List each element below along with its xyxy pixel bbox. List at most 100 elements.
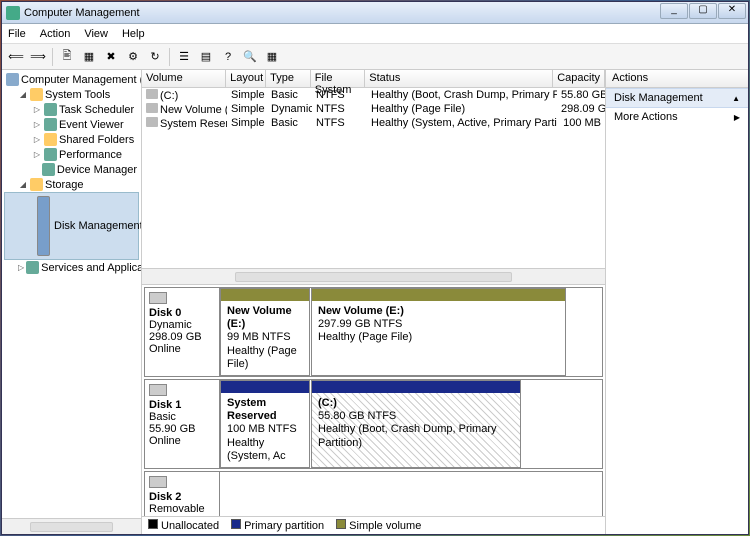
detail-view-button[interactable]: ▤ [196, 47, 216, 67]
search-button[interactable]: 🔍 [240, 47, 260, 67]
titlebar[interactable]: Computer Management _ ▢ ✕ [2, 2, 748, 24]
tree-device-manager[interactable]: Device Manager [4, 162, 139, 177]
tree-services-apps[interactable]: ▷ Services and Applications [4, 260, 139, 275]
menu-help[interactable]: Help [122, 28, 145, 40]
collapse-icon[interactable]: ◢ [18, 180, 28, 190]
legend-swatch [231, 519, 241, 529]
volume-scrollbar[interactable] [142, 268, 605, 284]
disk-row[interactable]: Disk 2Removable (F:)No Media [144, 471, 603, 516]
drive-icon [146, 103, 158, 113]
tree-storage[interactable]: ◢ Storage [4, 177, 139, 192]
tree-root-label: Computer Management (Local) [21, 74, 142, 86]
app-title: Computer Management [24, 7, 744, 19]
tree-label: Storage [45, 179, 84, 191]
tree-label: Services and Applications [41, 262, 142, 274]
partition[interactable]: New Volume (E:)297.99 GB NTFSHealthy (Pa… [311, 288, 566, 376]
list-view-button[interactable]: ☰ [174, 47, 194, 67]
forward-button[interactable]: ⟹ [28, 47, 48, 67]
disk-icon [149, 476, 167, 488]
disk-row[interactable]: Disk 0Dynamic298.09 GBOnlineNew Volume (… [144, 287, 603, 377]
tree-label: Disk Management [54, 220, 142, 232]
clock-icon [44, 103, 57, 116]
close-button[interactable]: ✕ [718, 3, 746, 19]
disk-header[interactable]: Disk 0Dynamic298.09 GBOnline [145, 288, 220, 376]
tree-label: System Tools [45, 89, 110, 101]
maximize-button[interactable]: ▢ [689, 3, 717, 19]
folder-icon [30, 88, 43, 101]
device-icon [42, 163, 55, 176]
actions-pane: Actions Disk Management ▲ More Actions ▶ [605, 70, 748, 534]
expand-icon[interactable]: ▷ [32, 135, 42, 145]
disk-header[interactable]: Disk 2Removable (F:)No Media [145, 472, 220, 516]
col-volume[interactable]: Volume [142, 70, 226, 87]
menu-view[interactable]: View [84, 28, 108, 40]
extra-button[interactable]: ▦ [262, 47, 282, 67]
chevron-up-icon: ▲ [732, 94, 740, 103]
volume-rows[interactable]: (C:)SimpleBasicNTFSHealthy (Boot, Crash … [142, 88, 605, 268]
volume-row[interactable]: (C:)SimpleBasicNTFSHealthy (Boot, Crash … [142, 88, 605, 102]
disk-graphical-view[interactable]: Disk 0Dynamic298.09 GBOnlineNew Volume (… [142, 285, 605, 516]
tree-performance[interactable]: ▷Performance [4, 147, 139, 162]
folder-icon [44, 133, 57, 146]
tree-disk-management[interactable]: Disk Management [4, 192, 139, 260]
tree-system-tools[interactable]: ◢ System Tools [4, 87, 139, 102]
volume-row[interactable]: System ReservedSimpleBasicNTFSHealthy (S… [142, 116, 605, 130]
partition[interactable]: (C:)55.80 GB NTFSHealthy (Boot, Crash Du… [311, 380, 521, 468]
partition[interactable]: System Reserved100 MB NTFSHealthy (Syste… [220, 380, 310, 468]
delete-button[interactable]: ✖ [101, 47, 121, 67]
settings-button[interactable]: ⚙ [123, 47, 143, 67]
computer-icon [6, 73, 19, 86]
tree-event-viewer[interactable]: ▷Event Viewer [4, 117, 139, 132]
legend: Unallocated Primary partition Simple volum… [142, 516, 605, 534]
volume-list: Volume Layout Type File System Status Ca… [142, 70, 605, 285]
back-button[interactable]: ⟸ [6, 47, 26, 67]
actions-label: Disk Management [614, 92, 703, 104]
menu-action[interactable]: Action [40, 28, 71, 40]
performance-icon [44, 148, 57, 161]
expand-icon[interactable]: ▷ [32, 105, 42, 115]
tree-shared-folders[interactable]: ▷Shared Folders [4, 132, 139, 147]
collapse-icon[interactable]: ◢ [18, 90, 28, 100]
partition[interactable]: New Volume (E:)99 MB NTFSHealthy (Page F… [220, 288, 310, 376]
disk-row[interactable]: Disk 1Basic55.90 GBOnlineSystem Reserved… [144, 379, 603, 469]
actions-header: Actions [606, 70, 748, 88]
col-fs[interactable]: File System [311, 70, 365, 87]
col-layout[interactable]: Layout [226, 70, 266, 87]
help-button[interactable]: ? [218, 47, 238, 67]
menubar: File Action View Help [2, 24, 748, 44]
properties-button[interactable]: ▦ [79, 47, 99, 67]
app-icon [6, 6, 20, 20]
col-capacity[interactable]: Capacity [553, 70, 605, 87]
volume-header: Volume Layout Type File System Status Ca… [142, 70, 605, 88]
volume-row[interactable]: New Volume (E:)SimpleDynamicNTFSHealthy … [142, 102, 605, 116]
actions-label: More Actions [614, 111, 678, 123]
legend-item: Unallocated [148, 519, 219, 532]
up-button[interactable]: 🖹 [57, 47, 77, 67]
event-icon [44, 118, 57, 131]
actions-more[interactable]: More Actions ▶ [606, 108, 748, 126]
tree-root[interactable]: Computer Management (Local) [4, 72, 139, 87]
tree-scrollbar[interactable] [2, 518, 141, 534]
legend-item: Primary partition [231, 519, 324, 532]
disk-header[interactable]: Disk 1Basic55.90 GBOnline [145, 380, 220, 468]
col-status[interactable]: Status [365, 70, 553, 87]
tree-label: Task Scheduler [59, 104, 134, 116]
folder-icon [30, 178, 43, 191]
legend-swatch [336, 519, 346, 529]
disk-icon [149, 384, 167, 396]
tree-task-scheduler[interactable]: ▷ Task Scheduler [4, 102, 139, 117]
refresh-button[interactable]: ↻ [145, 47, 165, 67]
nav-tree[interactable]: Computer Management (Local) ◢ System Tool… [2, 70, 142, 534]
expand-icon[interactable]: ▷ [32, 150, 42, 160]
tree-label: Device Manager [57, 164, 137, 176]
chevron-right-icon: ▶ [734, 113, 740, 122]
col-type[interactable]: Type [266, 70, 311, 87]
legend-item: Simple volume [336, 519, 421, 532]
expand-icon[interactable]: ▷ [32, 120, 42, 130]
menu-file[interactable]: File [8, 28, 26, 40]
minimize-button[interactable]: _ [660, 3, 688, 19]
legend-swatch [148, 519, 158, 529]
actions-disk-management[interactable]: Disk Management ▲ [606, 88, 748, 108]
disk-icon [149, 292, 167, 304]
expand-icon[interactable]: ▷ [18, 263, 24, 273]
